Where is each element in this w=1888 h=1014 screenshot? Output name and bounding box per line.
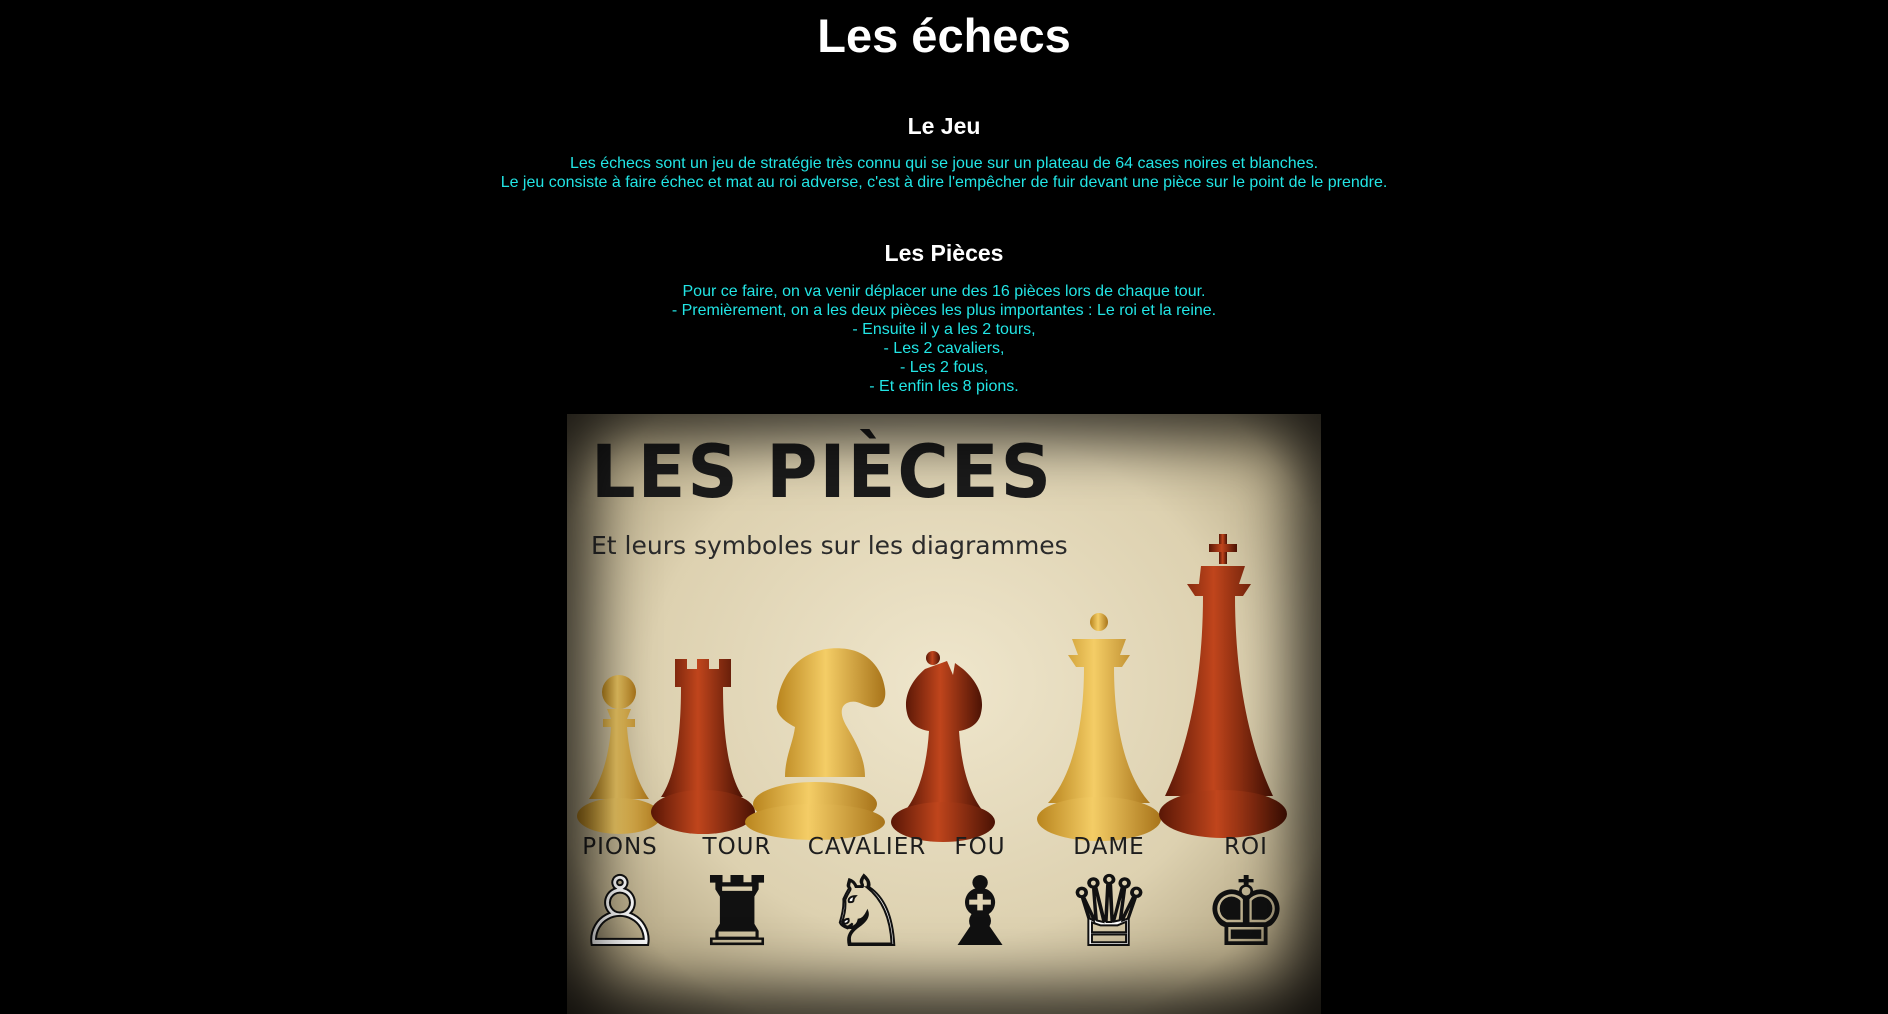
jeu-line: Les échecs sont un jeu de stratégie très… — [569, 155, 1319, 172]
pieces-line: - Et enfin les 8 pions. — [869, 378, 1019, 395]
piece-symbols: ♙ ♜ ♘ ♝ ♕ ♚ — [567, 856, 1321, 1014]
chess-pieces-image: LES PIÈCES Et leurs symboles sur les dia… — [567, 414, 1321, 1014]
knight-icon: ♘ — [823, 856, 911, 968]
jeu-paragraph: Les échecs sont un jeu de stratégie très… — [0, 154, 1888, 192]
pieces-line: Pour ce faire, on va venir déplacer une … — [682, 283, 1206, 300]
wooden-pieces-svg — [577, 534, 1287, 842]
pawn-icon: ♙ — [576, 856, 664, 968]
pieces-line: - Premièrement, on a les deux pièces les… — [671, 302, 1217, 319]
wooden-rook — [651, 659, 755, 834]
wooden-queen — [1037, 613, 1161, 841]
wooden-pieces-illustration — [567, 504, 1321, 844]
pieces-line: - Les 2 cavaliers, — [883, 340, 1005, 357]
king-icon: ♚ — [1202, 856, 1290, 968]
pieces-line: - Ensuite il y a les 2 tours, — [852, 321, 1036, 338]
section-le-jeu: Le Jeu Les échecs sont un jeu de stratég… — [0, 113, 1888, 192]
rook-icon: ♜ — [693, 856, 781, 968]
page-title: Les échecs — [817, 9, 1071, 62]
wooden-king — [1159, 534, 1287, 838]
jeu-line: Le jeu consiste à faire échec et mat au … — [500, 174, 1388, 191]
queen-icon: ♕ — [1065, 856, 1153, 968]
pieces-paragraph: Pour ce faire, on va venir déplacer une … — [0, 282, 1888, 396]
poster-title: LES PIÈCES — [591, 428, 1053, 516]
section-heading-pieces: Les Pièces — [884, 240, 1004, 266]
wooden-pawn — [577, 675, 661, 834]
section-heading-jeu: Le Jeu — [907, 113, 981, 139]
pieces-line: - Les 2 fous, — [899, 359, 989, 376]
section-les-pieces: Les Pièces Pour ce faire, on va venir dé… — [0, 240, 1888, 1014]
bishop-icon: ♝ — [936, 856, 1024, 968]
wooden-bishop — [891, 651, 995, 842]
wooden-knight — [745, 648, 886, 840]
